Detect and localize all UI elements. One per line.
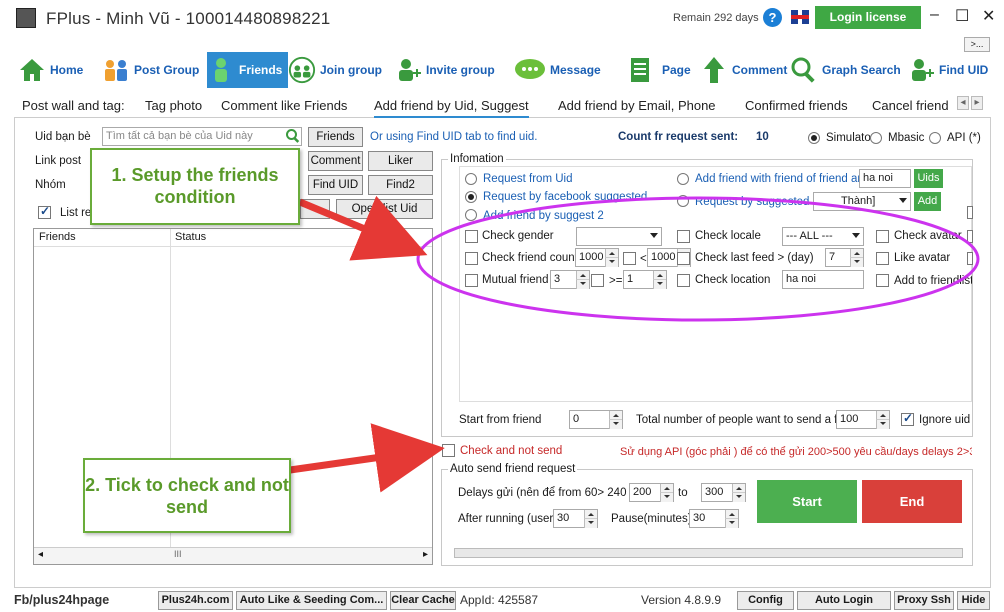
- status-bar: Fb/plus24hpage Plus24h.com Auto Like & S…: [0, 590, 1004, 612]
- annotation-ellipse: [416, 196, 980, 322]
- annotation-arrow-2: [289, 423, 445, 493]
- config-button[interactable]: Config: [737, 591, 794, 610]
- annotation-arrow-1: [298, 195, 428, 261]
- fb-page-link[interactable]: Fb/plus24hpage: [14, 593, 109, 607]
- callout-setup-conditions: 1. Setup the friends condition: [90, 148, 300, 225]
- auto-like-button[interactable]: Auto Like & Seeding Com...: [236, 591, 387, 610]
- auto-login-button[interactable]: Auto Login: [797, 591, 891, 610]
- callout-check-not-send: 2. Tick to check and not send: [83, 458, 291, 533]
- clear-cache-button[interactable]: Clear Cache: [390, 591, 456, 610]
- version-text: Version 4.8.9.9: [641, 593, 722, 607]
- appid-text: AppId: 425587: [460, 593, 539, 607]
- hide-button[interactable]: Hide: [957, 591, 990, 610]
- proxy-ssh-button[interactable]: Proxy Ssh: [894, 591, 954, 610]
- plus24h-button[interactable]: Plus24h.com: [158, 591, 233, 610]
